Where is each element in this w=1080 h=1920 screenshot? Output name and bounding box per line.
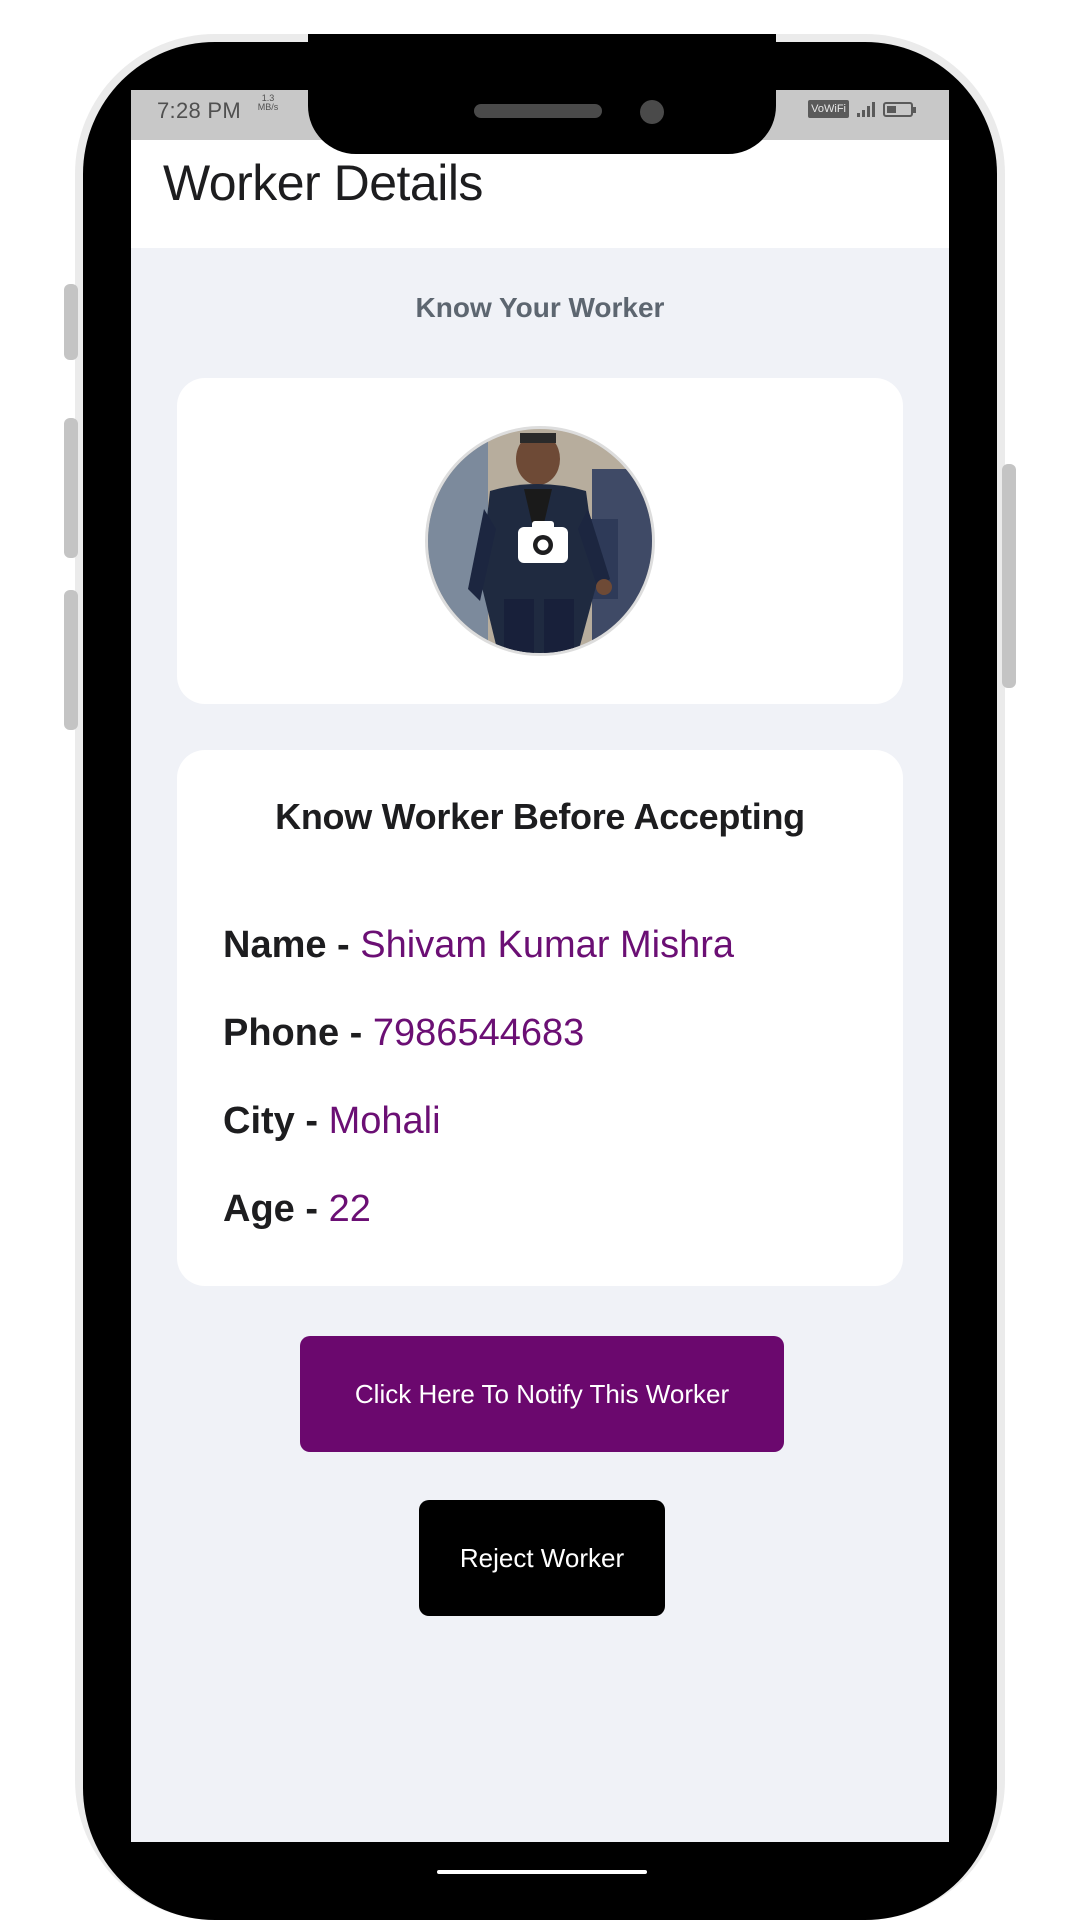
- age-row: Age - 22: [223, 1188, 371, 1231]
- age-separator: -: [294, 1188, 329, 1230]
- power-button: [1002, 464, 1016, 688]
- phone-label: Phone: [223, 1012, 340, 1054]
- page-title: Worker Details: [163, 155, 483, 211]
- name-separator: -: [326, 924, 361, 966]
- age-value: 22: [328, 1188, 371, 1230]
- age-label: Age: [223, 1188, 295, 1230]
- front-camera: [640, 100, 664, 124]
- name-value: Shivam Kumar Mishra: [360, 924, 735, 966]
- name-label: Name: [223, 924, 327, 966]
- vowifi-badge: VoWiFi: [808, 100, 849, 118]
- phone-separator: -: [339, 1012, 373, 1054]
- status-time: 7:28 PM: [157, 98, 242, 123]
- network-speed: 1.3 MB/s: [257, 93, 279, 112]
- avatar[interactable]: [425, 426, 655, 656]
- mute-switch: [64, 284, 78, 360]
- volume-up-button: [64, 418, 78, 558]
- phone-value[interactable]: 7986544683: [373, 1012, 584, 1054]
- name-row: Name - Shivam Kumar Mishra: [223, 924, 734, 967]
- phone-notch: [308, 34, 776, 154]
- city-value: Mohali: [328, 1100, 441, 1142]
- battery-icon: [883, 101, 916, 117]
- section-heading: Know Your Worker: [415, 292, 665, 323]
- info-card-heading: Know Worker Before Accepting: [275, 796, 805, 837]
- city-separator: -: [294, 1100, 329, 1142]
- camera-icon[interactable]: [518, 519, 568, 563]
- worker-info-card: Know Worker Before Accepting Name - Shiv…: [177, 750, 903, 1286]
- home-indicator[interactable]: [437, 1870, 647, 1874]
- reject-worker-button[interactable]: Reject Worker: [419, 1500, 665, 1616]
- phone-row: Phone - 7986544683: [223, 1012, 584, 1055]
- signal-icon: [857, 101, 875, 117]
- photo-card: [177, 378, 903, 704]
- status-icons: VoWiFi: [808, 100, 916, 118]
- city-label: City: [223, 1100, 295, 1142]
- volume-down-button: [64, 590, 78, 730]
- notify-worker-button[interactable]: Click Here To Notify This Worker: [300, 1336, 784, 1452]
- app-header: Worker Details: [131, 140, 949, 248]
- speaker-grille: [474, 104, 602, 118]
- app-screen: 7:28 PM 1.3 MB/s VoWiFi Worker Details K…: [131, 90, 949, 1842]
- city-row: City - Mohali: [223, 1100, 441, 1143]
